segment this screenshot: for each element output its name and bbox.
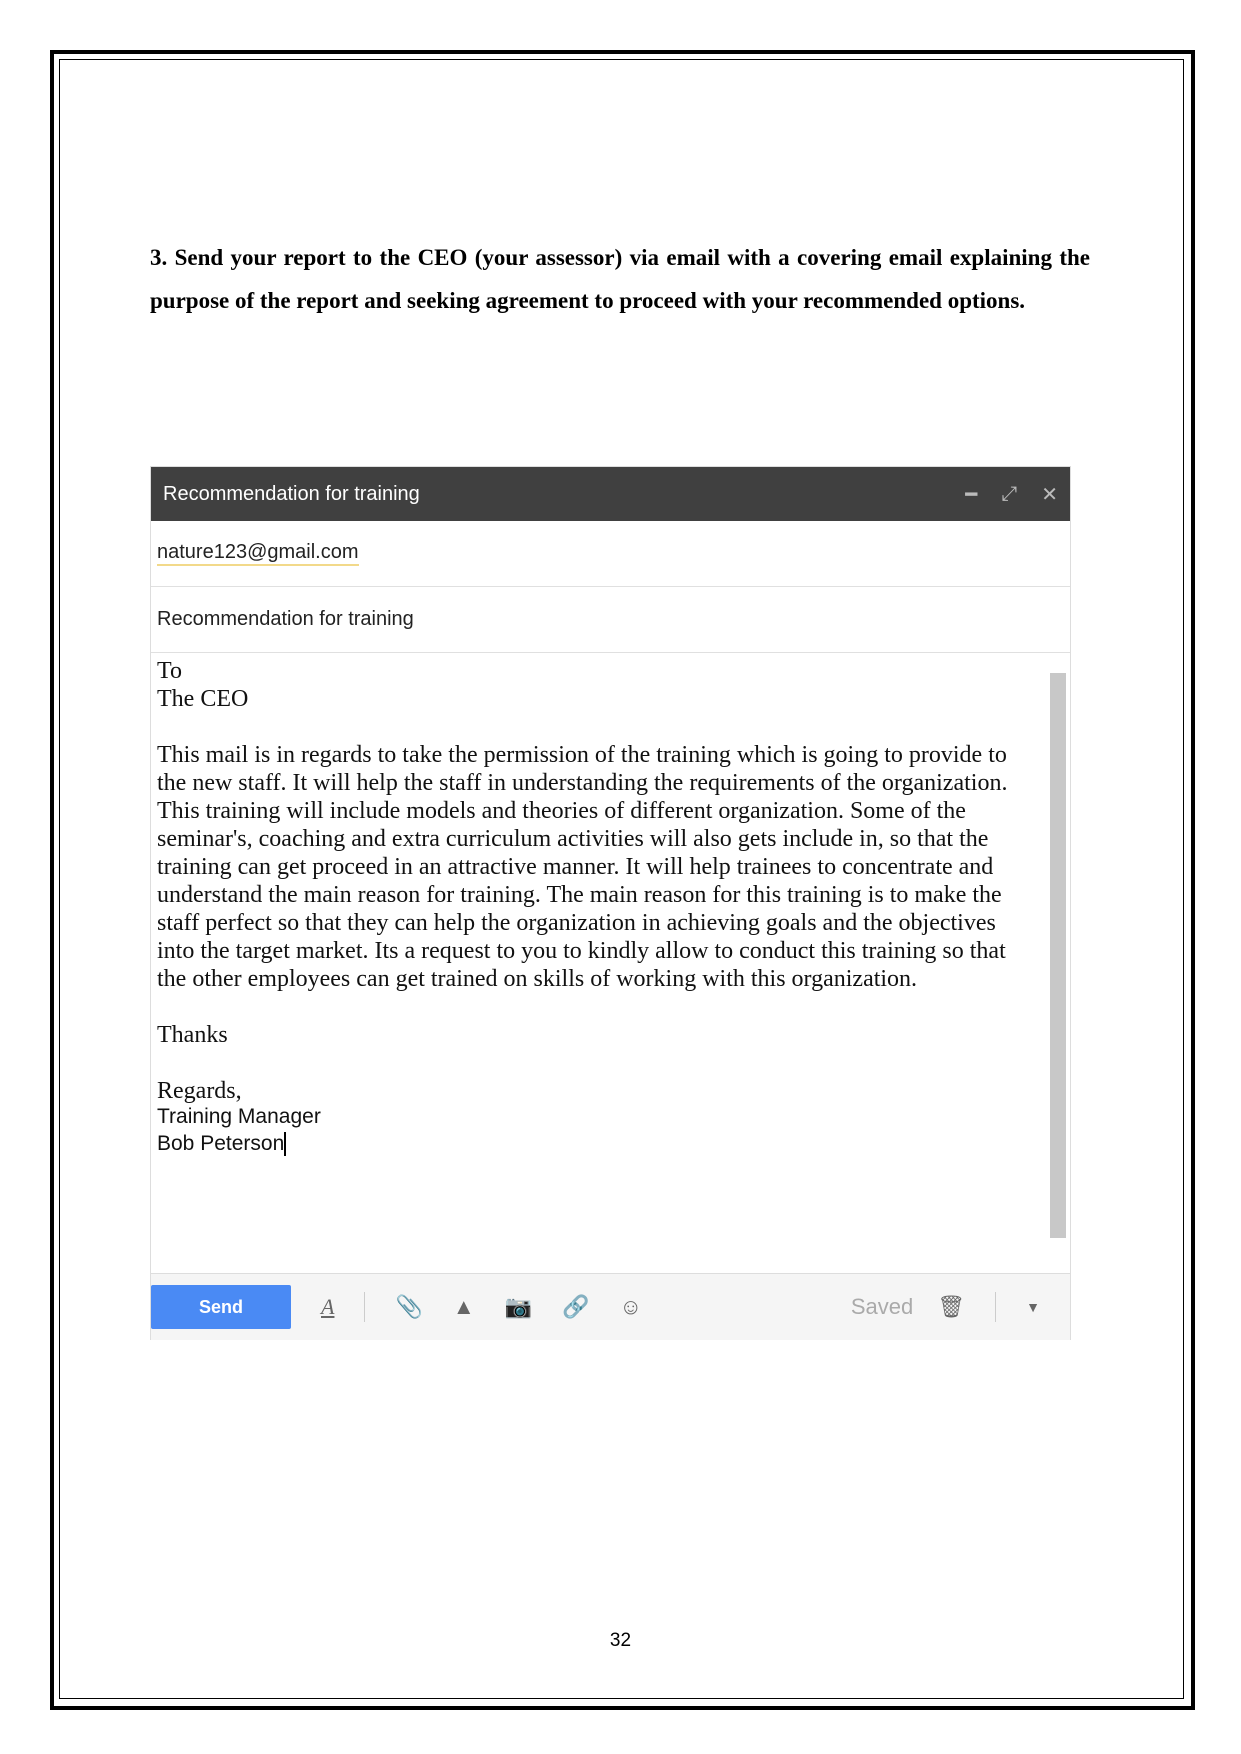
page-number: 32 xyxy=(609,1630,632,1651)
attach-icon[interactable]: 📎 xyxy=(395,1294,422,1320)
drive-icon[interactable]: ▲ xyxy=(453,1294,475,1320)
more-options-icon[interactable]: ▼ xyxy=(1026,1299,1040,1315)
document-page: 3. Send your report to the CEO (your ass… xyxy=(0,0,1241,1754)
subject-field[interactable]: Recommendation for training xyxy=(151,587,1070,653)
saved-status: Saved xyxy=(850,1294,914,1319)
compose-toolbar: Send A 📎 ▲ 📷 🔗 ☺ Saved 🗑 ▼ xyxy=(151,1273,1070,1340)
compose-titlebar: Recommendation for training ━ ⤢ ✕ xyxy=(151,467,1070,521)
signature-name: Bob Peterson xyxy=(157,1132,287,1156)
regards-line: Regards, xyxy=(157,1078,242,1104)
scrollbar[interactable] xyxy=(1050,673,1066,1238)
signature-role: Training Manager xyxy=(157,1105,321,1128)
message-body[interactable]: To The CEO This mail is in regards to ta… xyxy=(151,653,1070,1273)
formatting-icon[interactable]: A xyxy=(321,1294,334,1320)
salutation-to: To xyxy=(157,658,182,684)
emoji-icon[interactable]: ☺ xyxy=(619,1294,641,1320)
task-instruction: 3. Send your report to the CEO (your ass… xyxy=(150,245,1090,313)
trash-icon[interactable]: 🗑 xyxy=(937,1294,965,1320)
camera-icon[interactable]: 📷 xyxy=(505,1294,532,1320)
body-paragraph: This mail is in regards to take the perm… xyxy=(157,742,1008,992)
to-field[interactable]: nature123@gmail.com xyxy=(151,521,1070,587)
expand-icon[interactable]: ⤢ xyxy=(1001,483,1017,506)
salutation-ceo: The CEO xyxy=(157,686,249,712)
email-compose-window: Recommendation for training ━ ⤢ ✕ nature… xyxy=(150,466,1071,1340)
link-icon[interactable]: 🔗 xyxy=(562,1294,589,1320)
toolbar-divider xyxy=(364,1292,366,1322)
send-button[interactable]: Send xyxy=(151,1285,291,1329)
minimize-icon[interactable]: ━ xyxy=(965,482,977,507)
window-title: Recommendation for training xyxy=(163,482,420,505)
recipient-chip[interactable]: nature123@gmail.com xyxy=(157,541,359,566)
toolbar-divider xyxy=(995,1292,997,1322)
thanks-line: Thanks xyxy=(157,1022,228,1048)
close-icon[interactable]: ✕ xyxy=(1041,482,1058,507)
